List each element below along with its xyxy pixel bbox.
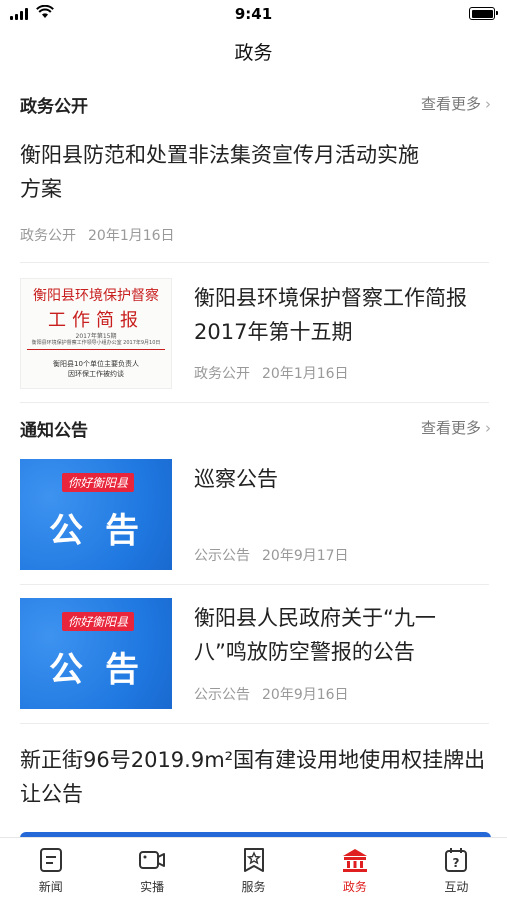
article-date: 20年9月17日 [262, 548, 349, 564]
thumb-brand-tag: 你好衡阳县 [62, 612, 135, 631]
tab-live[interactable]: 实播 [101, 838, 202, 900]
divider [20, 262, 489, 263]
bottom-tab-bar: 新闻 实播 服务 政务 ? 互动 [0, 837, 507, 900]
view-more-label: 查看更多 [420, 419, 481, 437]
chevron-right-icon: › [485, 418, 491, 437]
thumb-notice-text: 公告 [49, 650, 161, 690]
tab-label: 实播 [140, 880, 165, 894]
tab-government[interactable]: 政务 [304, 838, 405, 900]
tab-interaction[interactable]: ? 互动 [406, 838, 507, 900]
article-meta: 公示公告 20年9月16日 [194, 684, 349, 704]
thumb-doc-rule [27, 349, 165, 350]
service-icon [243, 848, 264, 872]
tab-label: 政务 [342, 880, 367, 894]
thumb-doc-title: 衡阳县环境保护督察 [33, 288, 159, 304]
article-thumbnail[interactable]: 你好衡阳县 公告 [20, 459, 172, 570]
article-category: 政务公开 [194, 366, 250, 382]
thumb-doc-subtitle: 工作简报 [48, 310, 144, 331]
article-title[interactable]: 衡阳县人民政府关于“九一八”鸣放防空警报的公告 [194, 601, 484, 669]
tab-label: 服务 [241, 880, 266, 894]
article-title[interactable]: 新正街96号2019.9m²国有建设用地使用权挂牌出让公告 [20, 743, 490, 811]
thumb-doc-headline: 衡阳县10个单位主要负责人 因环保工作被约谈 [21, 359, 171, 379]
battery-icon [469, 7, 498, 20]
government-icon [342, 849, 367, 872]
tab-news[interactable]: 新闻 [0, 838, 101, 900]
divider [20, 584, 489, 585]
article-meta: 公示公告 20年9月17日 [194, 545, 349, 565]
article-title[interactable]: 衡阳县防范和处置非法集资宣传月活动实施方案 [20, 138, 420, 206]
thumb-doc-headline-line2: 因环保工作被约谈 [68, 370, 124, 378]
section-title: 通知公告 [20, 421, 88, 441]
tab-label: 新闻 [38, 880, 63, 894]
article-category: 公示公告 [194, 687, 250, 703]
article-title[interactable]: 巡察公告 [194, 462, 484, 496]
status-bar: 9:41 [0, 0, 507, 28]
section-header-notices: 通知公告 查看更多 › [20, 416, 491, 444]
article-category: 政务公开 [20, 228, 76, 244]
interaction-icon: ? [445, 848, 468, 872]
status-time: 9:41 [234, 5, 273, 23]
article-category: 公示公告 [194, 548, 250, 564]
tab-services[interactable]: 服务 [203, 838, 304, 900]
article-thumbnail[interactable]: 你好衡阳县 公告 [20, 598, 172, 709]
news-icon [39, 848, 62, 872]
svg-text:?: ? [453, 856, 460, 870]
article-meta: 政务公开 20年1月16日 [20, 225, 175, 245]
view-more-label: 查看更多 [420, 95, 481, 113]
section-header-gov-affairs: 政务公开 查看更多 › [20, 92, 491, 120]
article-date: 20年1月16日 [88, 228, 175, 244]
article-title[interactable]: 衡阳县环境保护督察工作简报2017年第十五期 [194, 281, 484, 349]
thumb-brand-tag: 你好衡阳县 [62, 473, 135, 492]
thumb-notice-text: 公告 [49, 511, 161, 551]
view-more-link[interactable]: 查看更多 › [421, 417, 491, 438]
view-more-link[interactable]: 查看更多 › [421, 93, 491, 114]
thumb-doc-headline-line1: 衡阳县10个单位主要负责人 [53, 360, 139, 368]
article-meta: 政务公开 20年1月16日 [194, 363, 349, 383]
article-thumbnail[interactable]: 衡阳县环境保护督察 工作简报 2017年第15期 衡阳县环境保护督察工作领导小组… [20, 278, 172, 389]
page-title: 政务 [234, 42, 273, 64]
divider [20, 723, 489, 724]
thumb-doc-issuer: 衡阳县环境保护督察工作领导小组办公室 2017年9月10日 [31, 340, 161, 346]
chevron-right-icon: › [485, 94, 491, 113]
tab-label: 互动 [444, 880, 469, 894]
article-date: 20年9月16日 [262, 687, 349, 703]
divider [20, 402, 489, 403]
video-icon [139, 851, 166, 869]
section-title: 政务公开 [20, 97, 88, 117]
article-date: 20年1月16日 [262, 366, 349, 382]
